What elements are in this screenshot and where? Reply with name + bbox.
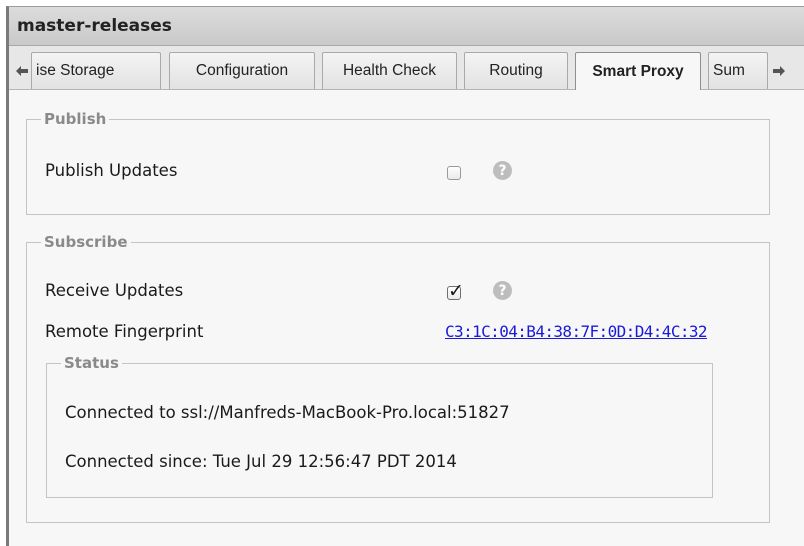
subscribe-legend: Subscribe <box>44 233 128 251</box>
connected-since-text: Connected since: Tue Jul 29 12:56:47 PDT… <box>65 452 457 471</box>
subscribe-help-icon[interactable]: ? <box>493 281 512 300</box>
checkmark-icon: ✓ <box>448 281 464 302</box>
smart-proxy-panel: master-releases ise Storage Configuratio… <box>6 6 804 546</box>
receive-updates-checkbox[interactable]: ✓ <box>447 282 464 302</box>
tab-routing[interactable]: Routing <box>464 52 568 89</box>
status-group: Status <box>46 354 713 498</box>
tab-summary[interactable]: Sum <box>708 52 768 89</box>
tab-storage[interactable]: ise Storage <box>31 52 161 89</box>
panel-title: master-releases <box>9 7 804 46</box>
publish-help-icon[interactable]: ? <box>493 161 512 180</box>
tab-bar: ise Storage Configuration Health Check R… <box>9 46 804 90</box>
tab-smart-proxy[interactable]: Smart Proxy <box>575 52 701 90</box>
tab-configuration[interactable]: Configuration <box>169 52 315 89</box>
tab-content: Publish Publish Updates ? Subscribe Rece… <box>9 90 804 546</box>
status-legend: Status <box>64 354 119 372</box>
publish-legend: Publish <box>44 110 107 128</box>
scroll-left-icon[interactable] <box>13 52 31 89</box>
remote-fingerprint-link[interactable]: C3:1C:04:B4:38:7F:0D:D4:4C:32 <box>445 322 708 341</box>
tab-health-check[interactable]: Health Check <box>322 52 457 89</box>
publish-updates-label: Publish Updates <box>45 161 178 180</box>
receive-updates-label: Receive Updates <box>45 281 184 300</box>
connected-to-text: Connected to ssl://Manfreds-MacBook-Pro.… <box>65 403 510 422</box>
scroll-right-icon[interactable] <box>769 52 789 89</box>
publish-updates-checkbox[interactable] <box>447 166 461 180</box>
remote-fingerprint-label: Remote Fingerprint <box>45 322 204 341</box>
